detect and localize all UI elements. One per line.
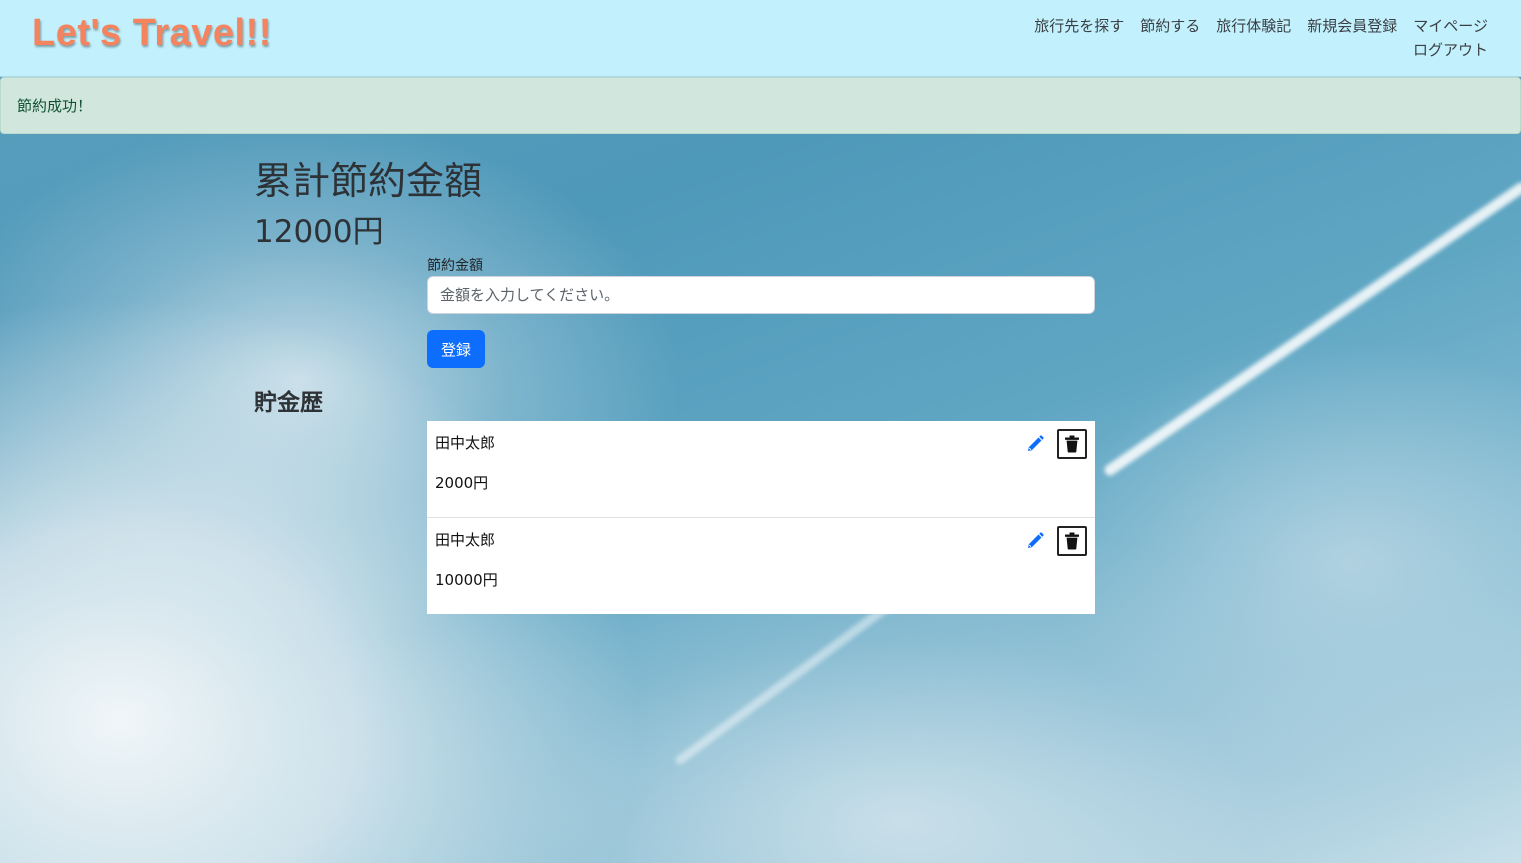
list-item: 田中太郎 10000円 bbox=[427, 518, 1095, 614]
item-user-name: 田中太郎 bbox=[435, 531, 496, 549]
nav-mypage[interactable]: マイページ bbox=[1413, 14, 1488, 38]
nav-register[interactable]: 新規会員登録 bbox=[1307, 14, 1397, 38]
brand-logo[interactable]: Let's Travel!! bbox=[32, 12, 272, 55]
history-title: 貯金歴 bbox=[254, 390, 323, 416]
savings-history-list: 田中太郎 2000円 田中太郎 10000円 bbox=[427, 421, 1095, 614]
item-amount: 2000円 bbox=[435, 474, 489, 492]
main-nav: 旅行先を探す 節約する 旅行体験記 新規会員登録 マイページ ログアウト bbox=[988, 14, 1488, 62]
trash-icon bbox=[1065, 435, 1079, 453]
total-savings: 12000円 bbox=[254, 214, 384, 250]
pencil-icon[interactable] bbox=[1025, 531, 1045, 551]
delete-button[interactable] bbox=[1057, 526, 1087, 556]
nav-logout[interactable]: ログアウト bbox=[1413, 38, 1488, 62]
delete-button[interactable] bbox=[1057, 429, 1087, 459]
nav-save[interactable]: 節約する bbox=[1140, 14, 1200, 38]
amount-label: 節約金額 bbox=[427, 258, 483, 274]
pencil-icon[interactable] bbox=[1025, 434, 1045, 454]
register-button[interactable]: 登録 bbox=[427, 330, 485, 368]
item-user-name: 田中太郎 bbox=[435, 434, 496, 452]
item-amount: 10000円 bbox=[435, 571, 498, 589]
page-title: 累計節約金額 bbox=[254, 159, 483, 203]
amount-input[interactable] bbox=[427, 276, 1095, 314]
alert-message: 節約成功！ bbox=[17, 97, 93, 115]
list-item: 田中太郎 2000円 bbox=[427, 421, 1095, 518]
success-alert: 節約成功！ bbox=[0, 77, 1521, 134]
nav-find-destination[interactable]: 旅行先を探す bbox=[1034, 14, 1124, 38]
trash-icon bbox=[1065, 532, 1079, 550]
nav-travel-journal[interactable]: 旅行体験記 bbox=[1216, 14, 1291, 38]
top-navbar: Let's Travel!! 旅行先を探す 節約する 旅行体験記 新規会員登録 … bbox=[0, 0, 1521, 77]
